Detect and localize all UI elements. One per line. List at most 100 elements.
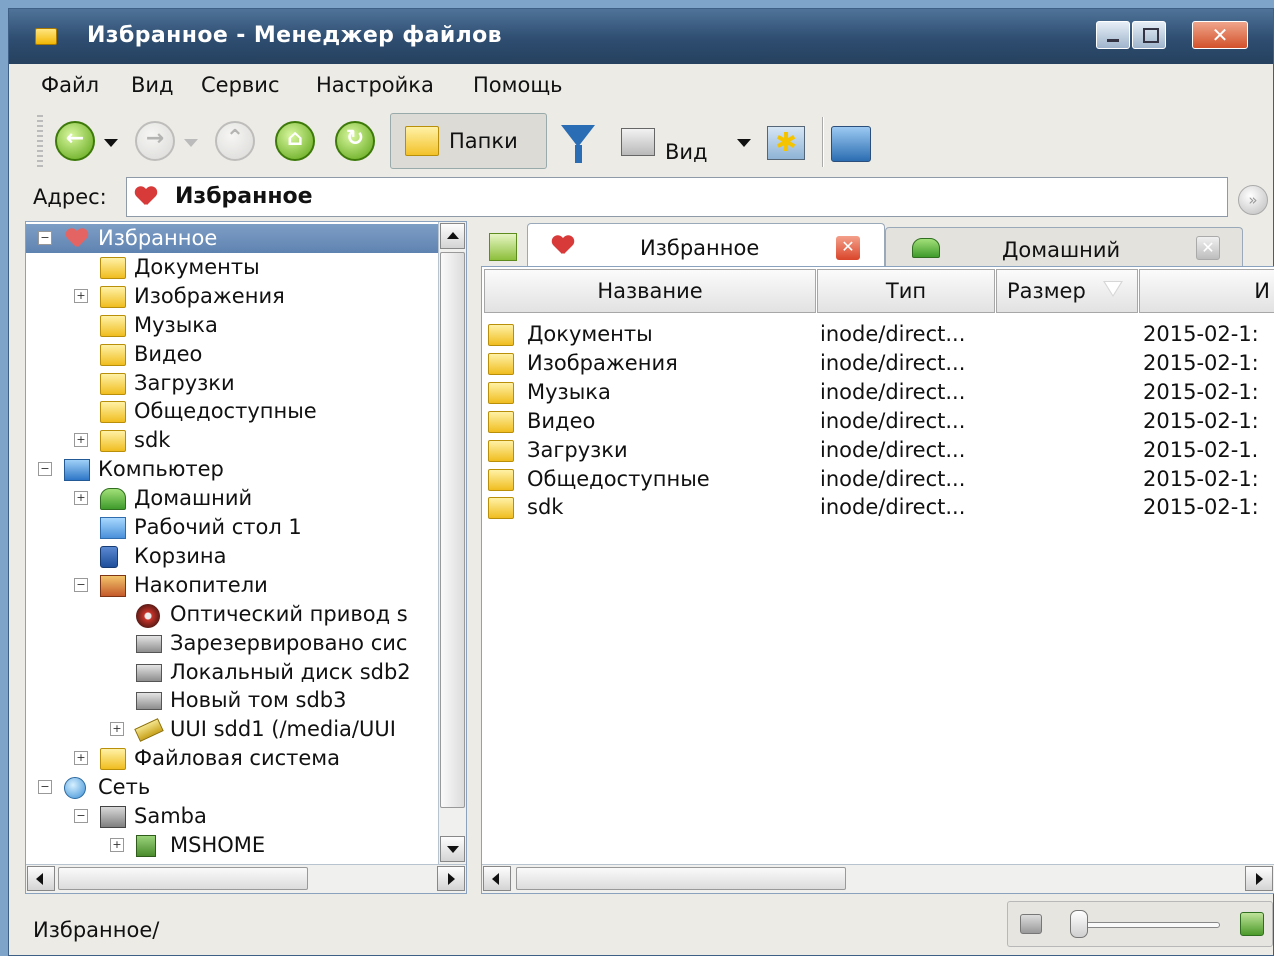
new-tab-icon[interactable] — [489, 233, 517, 261]
home-icon — [100, 488, 126, 511]
tree-item[interactable]: Музыка — [26, 311, 438, 340]
tab-home[interactable]: Домашний ✕ — [885, 227, 1243, 269]
folder-downloads-icon — [488, 439, 514, 462]
toolbar-grip[interactable] — [37, 115, 43, 167]
list-item[interactable]: Общедоступные inode/direct... 2015-02-1: — [482, 465, 1274, 494]
trash-icon — [100, 545, 118, 568]
scroll-up-arrow-icon[interactable] — [440, 223, 465, 249]
zoom-out-icon[interactable] — [1020, 914, 1042, 934]
folders-toggle-button[interactable]: Папки — [390, 113, 547, 169]
forward-button[interactable]: → — [135, 121, 175, 161]
zoom-in-icon[interactable] — [1240, 912, 1264, 936]
tree-horizontal-scrollbar[interactable] — [26, 864, 466, 893]
scroll-left-arrow-icon[interactable] — [27, 866, 55, 891]
tree-item[interactable]: Оптический привод s — [26, 600, 438, 629]
back-button[interactable]: ← — [55, 121, 95, 161]
tree-item[interactable]: − Накопители — [26, 571, 438, 600]
back-history-dropdown[interactable] — [104, 139, 118, 147]
view-mode-icon[interactable] — [621, 128, 655, 156]
menu-service[interactable]: Сервис — [201, 73, 279, 97]
home-button[interactable]: ⌂ — [275, 121, 315, 161]
collapse-icon[interactable]: − — [38, 231, 52, 245]
folders-label: Папки — [449, 129, 518, 153]
file-manager-window: Избранное - Менеджер файлов ✕ Файл Вид С… — [8, 8, 1274, 956]
list-item[interactable]: Документы inode/direct... 2015-02-1: — [482, 320, 1274, 349]
folder-public-icon — [100, 401, 126, 424]
tab-favorites[interactable]: Избранное ✕ — [527, 223, 885, 269]
new-item-star-icon[interactable]: ✱ — [767, 126, 805, 160]
close-button[interactable]: ✕ — [1192, 21, 1248, 49]
menu-help[interactable]: Помощь — [473, 73, 563, 97]
column-size[interactable]: Размер — [996, 269, 1138, 313]
network-computers-icon[interactable] — [831, 126, 871, 162]
column-name[interactable]: Название — [484, 269, 816, 313]
scroll-right-arrow-icon[interactable] — [437, 866, 465, 891]
tree-item[interactable]: Видео — [26, 340, 438, 369]
zoom-slider[interactable] — [1070, 922, 1220, 928]
tree-item[interactable]: + sdk — [26, 426, 438, 455]
expand-icon[interactable]: + — [74, 288, 88, 303]
expand-icon[interactable]: + — [74, 491, 88, 506]
tab-close-icon[interactable]: ✕ — [1196, 236, 1220, 260]
filter-icon[interactable] — [561, 125, 595, 163]
collapse-icon[interactable]: − — [38, 780, 52, 795]
tree-item[interactable]: − Компьютер — [26, 455, 438, 484]
tree-vertical-scrollbar[interactable] — [438, 222, 466, 864]
column-date[interactable]: И — [1139, 269, 1274, 313]
expand-icon[interactable]: + — [74, 433, 88, 448]
menu-view[interactable]: Вид — [131, 73, 174, 97]
forward-history-dropdown[interactable] — [184, 139, 198, 147]
tree-item[interactable]: + Домашний — [26, 484, 438, 513]
tree-item[interactable]: Загрузки — [26, 369, 438, 398]
maximize-button[interactable] — [1132, 21, 1166, 49]
tree-item[interactable]: − Samba — [26, 802, 438, 831]
tree-item[interactable]: Зарезервировано сис — [26, 629, 438, 658]
scroll-down-arrow-icon[interactable] — [440, 836, 465, 862]
go-button[interactable]: » — [1238, 185, 1268, 215]
cell-type: inode/direct... — [820, 466, 966, 491]
tree-item[interactable]: − Сеть — [26, 773, 438, 802]
minimize-button[interactable] — [1096, 21, 1130, 49]
zoom-slider-handle[interactable] — [1070, 910, 1088, 938]
refresh-button[interactable]: ↻ — [335, 121, 375, 161]
tree-item[interactable]: Локальный диск sdb2 — [26, 658, 438, 687]
scroll-thumb[interactable] — [58, 867, 308, 890]
view-label[interactable]: Вид — [665, 140, 708, 164]
back-arrow-icon: ← — [65, 126, 85, 151]
expand-icon[interactable]: + — [110, 722, 124, 737]
tree-item[interactable]: + Изображения — [26, 282, 438, 311]
list-item[interactable]: Изображения inode/direct... 2015-02-1: — [482, 349, 1274, 378]
list-item[interactable]: sdk inode/direct... 2015-02-1: — [482, 493, 1274, 522]
expand-icon[interactable]: + — [74, 751, 88, 766]
scroll-right-arrow-icon[interactable] — [1245, 866, 1273, 891]
list-horizontal-scrollbar[interactable] — [482, 864, 1274, 893]
tree-item[interactable]: + UUI sdd1 (/media/UUI — [26, 715, 438, 744]
tab-close-icon[interactable]: ✕ — [836, 236, 860, 260]
scroll-thumb[interactable] — [516, 867, 846, 890]
tree-item[interactable]: + MSHOME — [26, 831, 438, 860]
list-item[interactable]: Загрузки inode/direct... 2015-02-1. — [482, 436, 1274, 465]
tree-item[interactable]: − Избранное — [26, 224, 438, 253]
title-bar[interactable]: Избранное - Менеджер файлов ✕ — [9, 9, 1273, 64]
tree-item[interactable]: Рабочий стол 1 — [26, 513, 438, 542]
list-item[interactable]: Видео inode/direct... 2015-02-1: — [482, 407, 1274, 436]
column-type[interactable]: Тип — [817, 269, 995, 313]
scroll-thumb[interactable] — [440, 252, 465, 808]
collapse-icon[interactable]: − — [74, 809, 88, 823]
address-input[interactable]: Избранное — [126, 177, 1228, 217]
list-item[interactable]: Музыка inode/direct... 2015-02-1: — [482, 378, 1274, 407]
status-bar: Избранное/ — [9, 897, 1273, 955]
menu-settings[interactable]: Настройка — [316, 73, 434, 97]
tree-item[interactable]: Новый том sdb3 — [26, 686, 438, 715]
up-button[interactable]: ⌃ — [215, 121, 255, 161]
tree-item[interactable]: Документы — [26, 253, 438, 282]
collapse-icon[interactable]: − — [74, 577, 88, 592]
tree-item[interactable]: + Файловая система — [26, 744, 438, 773]
menu-file[interactable]: Файл — [41, 73, 99, 97]
expand-icon[interactable]: + — [110, 837, 124, 852]
view-dropdown[interactable] — [737, 139, 751, 147]
scroll-left-arrow-icon[interactable] — [483, 866, 511, 891]
tree-item[interactable]: Корзина — [26, 542, 438, 571]
collapse-icon[interactable]: − — [38, 462, 52, 477]
tree-item[interactable]: Общедоступные — [26, 397, 438, 426]
